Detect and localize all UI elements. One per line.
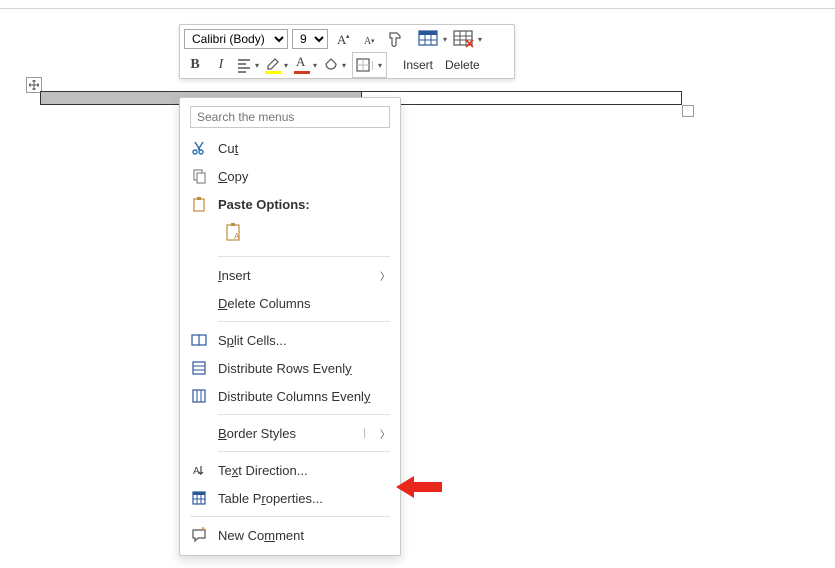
blank-icon bbox=[190, 294, 208, 312]
menu-item-cut[interactable]: Cut bbox=[180, 134, 400, 162]
table-insert-dropdown[interactable]: ▾ bbox=[418, 28, 449, 50]
menu-label: Text Direction... bbox=[218, 463, 390, 478]
paste-options-row: A bbox=[180, 218, 400, 252]
menu-label: New Comment bbox=[218, 528, 390, 543]
menu-separator bbox=[218, 256, 390, 257]
copy-icon bbox=[190, 167, 208, 185]
menu-item-insert[interactable]: Insert 〉 bbox=[180, 261, 400, 289]
table-context-menu: Cut Copy Paste Options: A Insert 〉 Delet… bbox=[179, 97, 401, 556]
table-delete-dropdown[interactable]: ▾ bbox=[453, 28, 484, 50]
menu-label: Cut bbox=[218, 141, 390, 156]
table-properties-icon bbox=[190, 489, 208, 507]
menu-separator bbox=[218, 321, 390, 322]
text-direction-icon: A bbox=[190, 461, 208, 479]
svg-text:A: A bbox=[234, 232, 240, 241]
mini-toolbar: Calibri (Body) 9 A ▴ A ▾ bbox=[179, 24, 515, 79]
menu-item-distribute-columns[interactable]: Distribute Columns Evenly bbox=[180, 382, 400, 410]
bold-button[interactable]: B bbox=[184, 54, 206, 76]
font-color-dropdown[interactable]: A ▾ bbox=[294, 54, 319, 76]
submenu-arrow-icon: 〉 bbox=[380, 426, 390, 441]
menu-item-paste-options[interactable]: Paste Options: bbox=[180, 190, 400, 218]
menu-separator bbox=[218, 414, 390, 415]
split-cells-icon bbox=[190, 331, 208, 349]
menu-item-distribute-rows[interactable]: Distribute Rows Evenly bbox=[180, 354, 400, 382]
insert-menu-button[interactable]: Insert bbox=[399, 58, 437, 72]
submenu-arrow-icon: 〉 bbox=[380, 268, 390, 283]
new-comment-icon bbox=[190, 526, 208, 544]
borders-dropdown[interactable]: ▾ bbox=[352, 52, 387, 78]
menu-item-delete-columns[interactable]: Delete Columns bbox=[180, 289, 400, 317]
menu-label: Copy bbox=[218, 169, 390, 184]
menu-label: Split Cells... bbox=[218, 333, 390, 348]
menu-search-input[interactable] bbox=[190, 106, 390, 128]
menu-item-copy[interactable]: Copy bbox=[180, 162, 400, 190]
window-top-border bbox=[0, 0, 835, 9]
menu-label: Paste Options: bbox=[218, 197, 390, 212]
font-color-swatch bbox=[294, 71, 310, 74]
delete-menu-button[interactable]: Delete bbox=[441, 58, 484, 72]
menu-label: Delete Columns bbox=[218, 296, 390, 311]
highlight-color-swatch bbox=[265, 71, 281, 74]
distribute-columns-icon bbox=[190, 387, 208, 405]
align-dropdown[interactable]: ▾ bbox=[236, 54, 261, 76]
font-size-select[interactable]: 9 bbox=[292, 29, 328, 49]
menu-item-new-comment[interactable]: New Comment bbox=[180, 521, 400, 549]
cut-icon bbox=[190, 139, 208, 157]
blank-icon bbox=[190, 266, 208, 284]
italic-button[interactable]: I bbox=[210, 54, 232, 76]
grow-font-button[interactable]: A ▴ bbox=[332, 28, 354, 50]
svg-text:▴: ▴ bbox=[346, 33, 350, 40]
svg-text:▾: ▾ bbox=[371, 38, 375, 45]
menu-item-table-properties[interactable]: Table Properties... bbox=[180, 484, 400, 512]
blank-icon bbox=[190, 424, 208, 442]
menu-item-text-direction[interactable]: A Text Direction... bbox=[180, 456, 400, 484]
font-name-select[interactable]: Calibri (Body) bbox=[184, 29, 288, 49]
annotation-arrow-icon bbox=[396, 474, 442, 500]
menu-label: Distribute Rows Evenly bbox=[218, 361, 390, 376]
menu-label: Distribute Columns Evenly bbox=[218, 389, 390, 404]
menu-label: Border Styles bbox=[218, 426, 353, 441]
format-painter-button[interactable] bbox=[384, 28, 406, 50]
distribute-rows-icon bbox=[190, 359, 208, 377]
menu-item-split-cells[interactable]: Split Cells... bbox=[180, 326, 400, 354]
table-resize-handle[interactable] bbox=[682, 105, 694, 117]
separator-bar: | bbox=[363, 428, 366, 439]
menu-label: Table Properties... bbox=[218, 491, 390, 506]
paste-option-keep-text[interactable]: A bbox=[220, 218, 248, 246]
menu-label: Insert bbox=[218, 268, 370, 283]
shrink-font-button[interactable]: A ▾ bbox=[358, 28, 380, 50]
paste-icon bbox=[190, 195, 208, 213]
menu-separator bbox=[218, 451, 390, 452]
menu-search-container bbox=[190, 106, 390, 128]
svg-text:A: A bbox=[193, 466, 200, 477]
shading-dropdown[interactable]: ▾ bbox=[323, 54, 348, 76]
menu-separator bbox=[190, 516, 390, 517]
highlight-dropdown[interactable]: ▾ bbox=[265, 54, 290, 76]
menu-item-border-styles[interactable]: Border Styles | 〉 bbox=[180, 419, 400, 447]
